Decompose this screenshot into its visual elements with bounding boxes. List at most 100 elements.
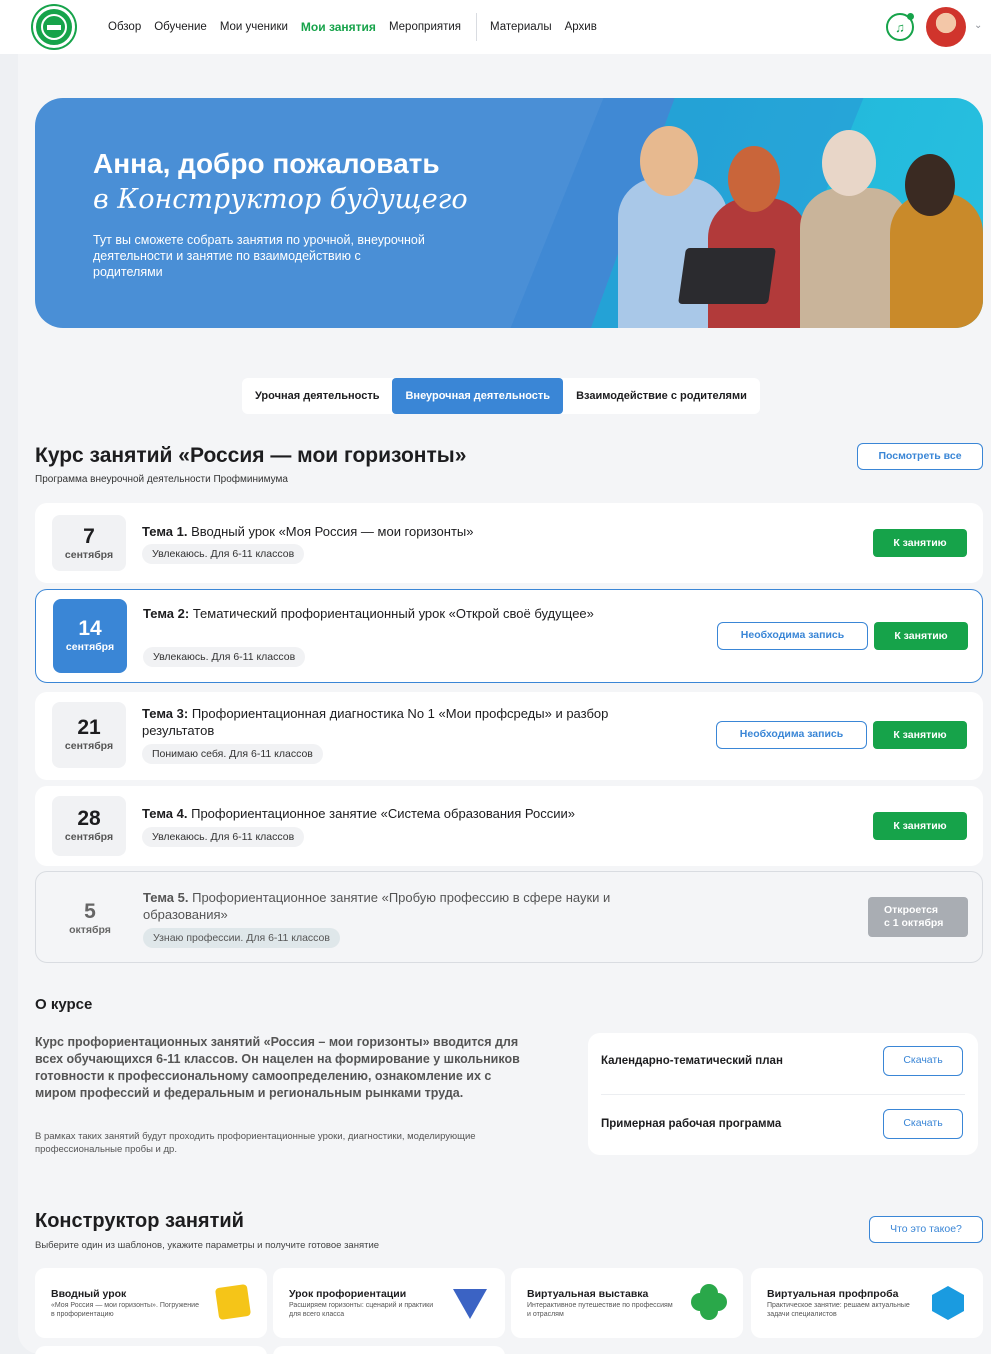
nav-item-my-lessons[interactable]: Мои занятия <box>301 20 376 34</box>
lesson-day: 21 <box>77 716 101 739</box>
tab-extracurricular[interactable]: Внеурочная деятельность <box>392 378 564 414</box>
lesson-day: 5 <box>84 900 96 923</box>
photo-head-3 <box>822 130 876 196</box>
template-card-intro[interactable]: Вводный урок «Моя Россия — мои горизонты… <box>35 1268 267 1338</box>
photo-head-2 <box>728 146 780 212</box>
lesson-title: Тема 3: Профориентационная диагностика N… <box>142 705 632 739</box>
logo[interactable] <box>33 6 75 48</box>
about-heading: О курсе <box>35 996 93 1013</box>
nav-item-learning[interactable]: Обучение <box>154 21 207 33</box>
lesson-month: сентября <box>65 641 115 653</box>
lesson-date: 7 сентября <box>52 515 126 571</box>
lesson-day: 28 <box>77 807 101 830</box>
lesson-card: 7 сентября Тема 1. Вводный урок «Моя Рос… <box>35 503 983 583</box>
lesson-date: 14 сентября <box>53 599 127 673</box>
about-description: Курс профориентационных занятий «Россия … <box>35 1035 520 1100</box>
documents-panel: Календарно-тематический план Скачать При… <box>588 1033 978 1155</box>
go-to-lesson-button[interactable]: К занятию <box>873 812 967 840</box>
lesson-topic: Тема 4. <box>142 806 188 821</box>
lesson-topic: Тема 2: <box>143 606 190 621</box>
download-plan-button[interactable]: Скачать <box>883 1046 963 1076</box>
lesson-date: 28 сентября <box>52 796 126 856</box>
template-card-exhibition[interactable]: Виртуальная выставка Интерактивное путеш… <box>511 1268 743 1338</box>
lesson-card: 28 сентября Тема 4. Профориентационное з… <box>35 786 983 866</box>
opens-later-line-2: с 1 октября <box>884 917 944 929</box>
template-title: Виртуальная профпроба <box>767 1288 899 1300</box>
nav-divider <box>476 13 478 41</box>
template-title: Урок профориентации <box>289 1288 407 1300</box>
nav-item-events[interactable]: Мероприятия <box>389 21 461 33</box>
template-card-career[interactable]: Урок профориентации Расширяем горизонты:… <box>273 1268 505 1338</box>
go-to-lesson-button[interactable]: К занятию <box>873 721 967 749</box>
lesson-title-text: Вводный урок «Моя Россия — мои горизонты… <box>191 524 474 539</box>
nav-item-archive[interactable]: Архив <box>565 21 597 33</box>
lesson-day: 7 <box>83 525 95 548</box>
notification-dot <box>907 13 914 20</box>
template-description: Практическое занятие: решаем актуальные … <box>767 1302 910 1318</box>
triangle-icon <box>453 1289 487 1319</box>
notification-bell-icon[interactable]: ♫ <box>886 13 914 41</box>
clover-icon <box>691 1284 727 1320</box>
nav-item-materials[interactable]: Материалы <box>490 21 552 33</box>
avatar[interactable] <box>926 7 966 47</box>
top-navigation-bar: Обзор Обучение Мои ученики Мои занятия М… <box>0 0 991 54</box>
tab-lesson-activity[interactable]: Урочная деятельность <box>242 378 392 414</box>
lesson-tag: Узнаю профессии. Для 6-11 классов <box>143 928 340 948</box>
registration-required-button[interactable]: Необходима запись <box>716 721 867 749</box>
banner-photo <box>600 118 983 328</box>
lesson-tag: Понимаю себя. Для 6-11 классов <box>142 744 323 764</box>
main-nav: Обзор Обучение Мои ученики Мои занятия М… <box>108 0 610 54</box>
template-card-next[interactable] <box>35 1346 267 1354</box>
lesson-card: 21 сентября Тема 3: Профориентационная д… <box>35 692 983 780</box>
lesson-title-text: Профориентационная диагностика No 1 «Мои… <box>142 706 609 738</box>
lesson-topic: Тема 5. <box>143 890 189 905</box>
template-description: Расширяем горизонты: сценарий и практики… <box>289 1302 434 1318</box>
tab-parents[interactable]: Взаимодействие с родителями <box>563 378 760 414</box>
banner-subtitle: в Конструктор будущего <box>93 184 468 215</box>
lesson-title: Тема 5. Профориентационное занятие «Проб… <box>143 889 663 923</box>
what-is-it-button[interactable]: Что это такое? <box>869 1216 983 1243</box>
lesson-date: 5 октября <box>53 894 127 944</box>
document-label-program: Примерная рабочая программа <box>601 1118 782 1130</box>
lesson-title: Тема 2: Тематический профориентационный … <box>143 605 603 622</box>
lesson-tag: Увлекаюсь. Для 6-11 классов <box>143 647 306 667</box>
lesson-day: 14 <box>78 617 102 640</box>
template-card-next[interactable] <box>273 1346 505 1354</box>
template-card-profession-trial[interactable]: Виртуальная профпроба Практическое занят… <box>751 1268 983 1338</box>
hexagon-icon <box>932 1286 964 1320</box>
lesson-title-text: Тематический профориентационный урок «От… <box>192 606 594 621</box>
go-to-lesson-button[interactable]: К занятию <box>874 622 968 650</box>
template-title: Вводный урок <box>51 1288 127 1300</box>
document-label-plan: Календарно-тематический план <box>601 1055 783 1067</box>
square-icon <box>214 1283 252 1321</box>
photo-head-1 <box>640 126 698 196</box>
view-all-button[interactable]: Посмотреть все <box>857 443 983 470</box>
registration-required-button[interactable]: Необходима запись <box>717 622 868 650</box>
nav-item-students[interactable]: Мои ученики <box>220 21 288 33</box>
lesson-month: сентября <box>64 831 114 843</box>
documents-divider <box>601 1094 965 1095</box>
constructor-heading: Конструктор занятий <box>35 1210 244 1232</box>
opens-later-button: Откроется с 1 октября <box>868 897 968 937</box>
constructor-subtitle: Выберите один из шаблонов, укажите парам… <box>35 1240 380 1251</box>
lesson-topic: Тема 1. <box>142 524 188 539</box>
lesson-title: Тема 4. Профориентационное занятие «Сист… <box>142 805 575 822</box>
go-to-lesson-button[interactable]: К занятию <box>873 529 967 557</box>
opens-later-line-1: Откроется <box>884 904 939 916</box>
about-note: В рамках таких занятий будут проходить п… <box>35 1131 476 1155</box>
lesson-tag: Увлекаюсь. Для 6-11 классов <box>142 544 305 564</box>
lesson-title: Тема 1. Вводный урок «Моя Россия — мои г… <box>142 523 474 540</box>
activity-tabs: Урочная деятельность Внеурочная деятельн… <box>242 378 760 414</box>
lesson-title-text: Профориентационное занятие «Пробую профе… <box>143 890 611 922</box>
lesson-tag: Увлекаюсь. Для 6-11 классов <box>142 827 305 847</box>
template-title: Виртуальная выставка <box>527 1288 649 1300</box>
template-description: Интерактивное путешествие по профессиям … <box>527 1302 673 1318</box>
nav-item-overview[interactable]: Обзор <box>108 21 141 33</box>
course-subtitle: Программа внеурочной деятельности Профми… <box>35 474 288 485</box>
lesson-month: сентября <box>64 740 114 752</box>
lesson-card: 14 сентября Тема 2: Тематический профори… <box>35 589 983 683</box>
banner-text: Тут вы сможете собрать занятия по урочно… <box>93 233 425 279</box>
banner-title: Анна, добро пожаловать <box>93 148 440 179</box>
chevron-down-icon[interactable]: ⌄ <box>974 20 982 31</box>
download-program-button[interactable]: Скачать <box>883 1109 963 1139</box>
